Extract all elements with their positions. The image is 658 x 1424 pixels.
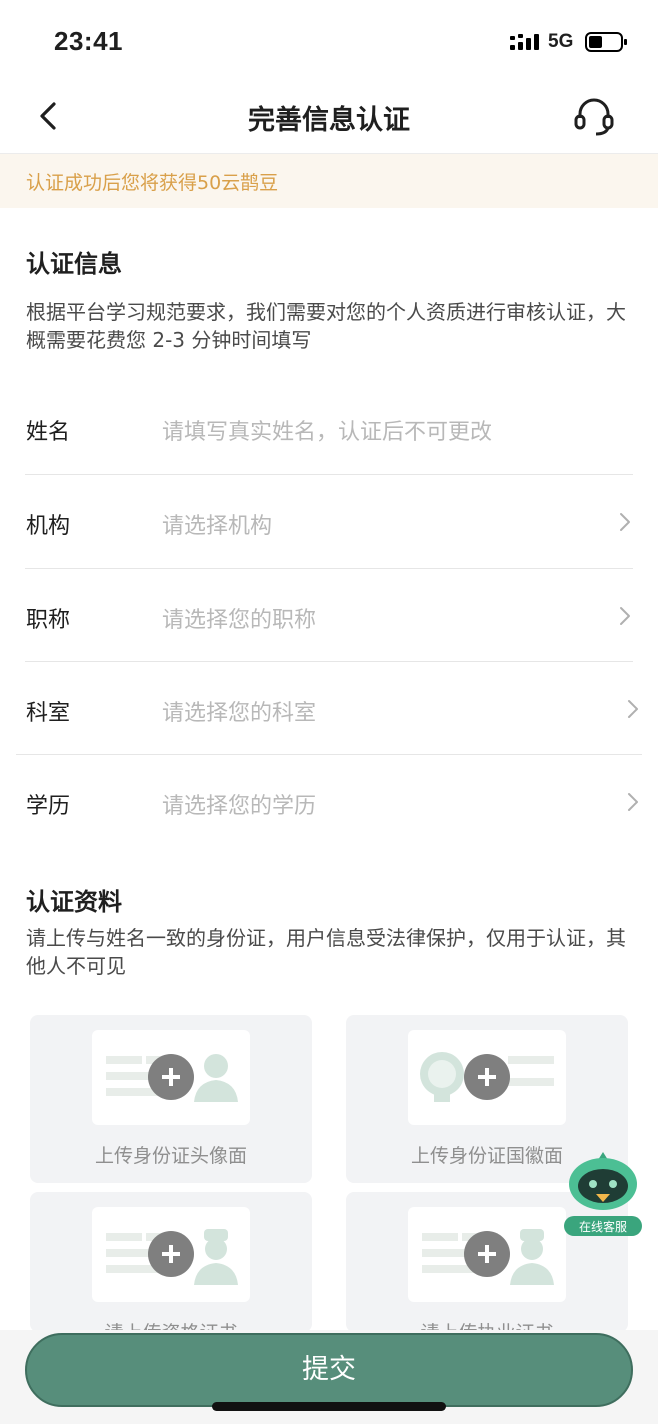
title-select[interactable]: 请选择您的职称	[162, 602, 316, 634]
department-label: 科室	[26, 701, 71, 726]
online-service-label: 在线客服	[579, 1219, 627, 1234]
status-bar: 23:41 5G	[0, 0, 658, 84]
form-row-department[interactable]: 科室 请选择您的科室	[25, 663, 638, 757]
navigation-bar: 完善信息认证	[0, 84, 658, 154]
battery-icon	[585, 32, 627, 52]
id-card-portrait-icon	[92, 1030, 250, 1125]
title-label: 职称	[26, 608, 71, 633]
robot-mascot-icon: 在线客服	[564, 1152, 642, 1236]
form-row-name[interactable]: 姓名 请填写真实姓名，认证后不可更改	[25, 382, 633, 476]
practice-certificate-icon	[408, 1207, 566, 1302]
reward-notice: 认证成功后您将获得50云鹊豆	[0, 154, 658, 208]
chevron-right-icon	[628, 793, 638, 811]
id-card-emblem-icon	[408, 1030, 566, 1125]
status-time: 23:41	[54, 26, 123, 56]
home-indicator	[212, 1402, 446, 1411]
institution-label: 机构	[26, 514, 71, 539]
online-service-assistant[interactable]: 在线客服	[560, 1148, 646, 1240]
divider	[25, 568, 633, 569]
reward-notice-text: 认证成功后您将获得50云鹊豆	[26, 172, 279, 194]
signal-icon	[510, 34, 539, 50]
upload-id-front[interactable]: 上传身份证头像面	[30, 1015, 312, 1183]
chevron-right-icon	[628, 700, 638, 718]
info-section-title: 认证信息	[26, 250, 122, 278]
education-select[interactable]: 请选择您的学历	[162, 788, 316, 820]
submit-button[interactable]: 提交	[25, 1333, 633, 1407]
info-section-description: 根据平台学习规范要求，我们需要对您的个人资质进行审核认证，大概需要花费您 2-3…	[26, 300, 626, 352]
form-row-education[interactable]: 学历 请选择您的学历	[25, 756, 638, 850]
docs-section-description: 请上传与姓名一致的身份证，用户信息受法律保护，仅用于认证，其他人不可见	[26, 926, 626, 978]
chevron-right-icon	[620, 607, 630, 625]
page-title: 完善信息认证	[248, 105, 410, 136]
upload-id-front-label: 上传身份证头像面	[94, 1145, 247, 1167]
name-input[interactable]: 请填写真实姓名，认证后不可更改	[162, 414, 492, 446]
upload-qualification-certificate[interactable]: 请上传资格证书	[30, 1192, 312, 1332]
education-label: 学历	[26, 794, 71, 819]
form-row-institution[interactable]: 机构 请选择机构	[25, 476, 633, 570]
divider	[16, 754, 642, 755]
docs-section-title: 认证资料	[26, 888, 122, 916]
chevron-right-icon	[620, 513, 630, 531]
divider	[25, 661, 633, 662]
headset-icon[interactable]	[570, 92, 618, 140]
institution-select[interactable]: 请选择机构	[162, 508, 272, 540]
network-type: 5G	[548, 31, 574, 52]
form-row-title[interactable]: 职称 请选择您的职称	[25, 570, 633, 664]
name-label: 姓名	[26, 420, 71, 445]
divider	[25, 474, 633, 475]
department-select[interactable]: 请选择您的科室	[162, 695, 316, 727]
qualification-certificate-icon	[92, 1207, 250, 1302]
